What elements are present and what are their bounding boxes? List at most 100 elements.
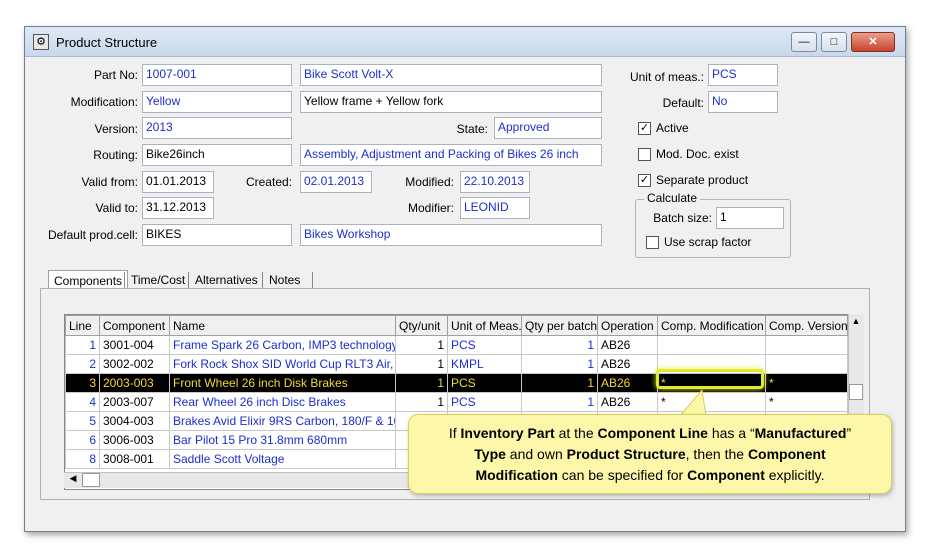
part-no-label: Part No: — [93, 68, 138, 82]
row-qty-batch-cell[interactable]: 1 — [521, 335, 598, 355]
part-no-field[interactable]: 1007-001 — [142, 64, 292, 86]
row-line-cell[interactable]: 2 — [65, 354, 100, 374]
row-name-cell[interactable]: Rear Wheel 26 inch Disc Brakes — [169, 392, 396, 412]
row-operation-cell[interactable]: AB26 — [597, 354, 658, 374]
hscrollbar-thumb[interactable] — [82, 473, 100, 487]
row-name-cell[interactable]: Bar Pilot 15 Pro 31.8mm 680mm — [169, 430, 396, 450]
default-field[interactable]: No — [708, 91, 778, 113]
row-qty-batch-cell[interactable]: 1 — [521, 392, 598, 412]
scrollbar-thumb[interactable] — [849, 384, 863, 400]
modifier-field[interactable]: LEONID — [460, 197, 530, 219]
default-prod-cell-field[interactable]: BIKES — [142, 224, 292, 246]
column-header-comp-version[interactable]: Comp. Version — [765, 315, 848, 336]
close-button[interactable]: ✕ — [851, 32, 895, 52]
state-field[interactable]: Approved — [494, 117, 602, 139]
routing-label: Routing: — [93, 148, 138, 162]
callout-bold: Inventory Part — [460, 425, 555, 441]
modification-description-field[interactable]: Yellow frame + Yellow fork — [300, 91, 602, 113]
row-uom-cell[interactable]: PCS — [447, 392, 522, 412]
callout-text: at the — [554, 425, 598, 441]
prod-cell-description-field[interactable]: Bikes Workshop — [300, 224, 602, 246]
row-line-cell[interactable]: 8 — [65, 449, 100, 469]
callout-text: If — [448, 425, 461, 441]
callout-text: can be specified for — [557, 467, 688, 483]
column-header-operation[interactable]: Operation — [597, 315, 658, 336]
maximize-button[interactable]: □ — [821, 32, 847, 52]
mod-doc-exist-checkbox[interactable] — [638, 148, 651, 161]
row-line-cell[interactable]: 1 — [65, 335, 100, 355]
column-header-qty-per-batch[interactable]: Qty per batch — [521, 315, 598, 336]
row-line-cell[interactable]: 3 — [65, 373, 100, 393]
active-checkbox[interactable]: ✓ — [638, 122, 651, 135]
calculate-legend: Calculate — [644, 191, 701, 205]
column-header-comp-modification[interactable]: Comp. Modification — [657, 315, 766, 336]
created-label: Created: — [245, 175, 292, 189]
routing-description-field[interactable]: Assembly, Adjustment and Packing of Bike… — [300, 144, 602, 166]
row-qty-unit-cell[interactable]: 1 — [395, 392, 448, 412]
separate-product-checkbox[interactable]: ✓ — [638, 174, 651, 187]
valid-from-label: Valid from: — [81, 175, 138, 189]
scroll-left-icon[interactable]: ◀ — [67, 473, 79, 487]
row-component-cell[interactable]: 2003-003 — [99, 373, 170, 393]
scroll-up-icon[interactable]: ▲ — [849, 316, 863, 330]
row-qty-unit-cell[interactable]: 1 — [395, 335, 448, 355]
row-comp-version-cell[interactable] — [765, 354, 848, 374]
use-scrap-factor-checkbox[interactable] — [646, 236, 659, 249]
row-qty-unit-cell[interactable]: 1 — [395, 354, 448, 374]
row-qty-unit-cell[interactable]: 1 — [395, 373, 448, 393]
row-component-cell[interactable]: 2003-007 — [99, 392, 170, 412]
row-comp-version-cell[interactable]: * — [765, 373, 848, 393]
row-component-cell[interactable]: 3008-001 — [99, 449, 170, 469]
row-component-cell[interactable]: 3004-003 — [99, 411, 170, 431]
unit-of-meas-field[interactable]: PCS — [708, 64, 778, 86]
callout-bold: Component — [687, 467, 765, 483]
minimize-button[interactable]: — — [791, 32, 817, 52]
table-row[interactable]: 1 3001-004 Frame Spark 26 Carbon, IMP3 tec… — [65, 335, 848, 355]
row-name-cell[interactable]: Frame Spark 26 Carbon, IMP3 technology, — [169, 335, 396, 355]
row-name-cell[interactable]: Front Wheel 26 inch Disk Brakes — [169, 373, 396, 393]
valid-from-field[interactable]: 01.01.2013 — [142, 171, 214, 193]
modification-field[interactable]: Yellow — [142, 91, 292, 113]
batch-size-label: Batch size: — [653, 211, 712, 225]
row-component-cell[interactable]: 3006-003 — [99, 430, 170, 450]
row-name-cell[interactable]: Brakes Avid Elixir 9RS Carbon, 180/F & 1… — [169, 411, 396, 431]
row-component-cell[interactable]: 3002-002 — [99, 354, 170, 374]
row-operation-cell[interactable]: AB26 — [597, 335, 658, 355]
row-line-cell[interactable]: 5 — [65, 411, 100, 431]
row-component-cell[interactable]: 3001-004 — [99, 335, 170, 355]
column-header-line[interactable]: Line — [65, 315, 100, 336]
row-comp-version-cell[interactable]: * — [765, 392, 848, 412]
row-uom-cell[interactable]: KMPL — [447, 354, 522, 374]
callout-text: , then the — [685, 446, 748, 462]
column-header-name[interactable]: Name — [169, 315, 396, 336]
default-prod-cell-label: Default prod.cell: — [47, 228, 138, 242]
row-uom-cell[interactable]: PCS — [447, 335, 522, 355]
row-comp-version-cell[interactable] — [765, 335, 848, 355]
row-comp-modification-cell[interactable] — [657, 335, 766, 355]
created-field[interactable]: 02.01.2013 — [300, 171, 372, 193]
version-field[interactable]: 2013 — [142, 117, 292, 139]
row-line-cell[interactable]: 6 — [65, 430, 100, 450]
column-header-qty-unit[interactable]: Qty/unit — [395, 315, 448, 336]
row-qty-batch-cell[interactable]: 1 — [521, 354, 598, 374]
callout-bold: Modification — [475, 467, 558, 483]
use-scrap-factor-label: Use scrap factor — [664, 235, 752, 249]
row-uom-cell[interactable]: PCS — [447, 373, 522, 393]
row-line-cell[interactable]: 4 — [65, 392, 100, 412]
modified-field[interactable]: 22.10.2013 — [460, 171, 530, 193]
row-qty-batch-cell[interactable]: 1 — [521, 373, 598, 393]
table-row[interactable]: 4 2003-007 Rear Wheel 26 inch Disc Brakes 1… — [65, 392, 848, 412]
table-header-row: Line Component Name Qty/unit Unit of Mea… — [65, 315, 848, 336]
routing-field[interactable]: Bike26inch — [142, 144, 292, 166]
callout-bold: Component — [747, 446, 826, 462]
column-header-component[interactable]: Component — [99, 315, 170, 336]
row-name-cell[interactable]: Fork Rock Shox SID World Cup RLT3 Air, — [169, 354, 396, 374]
state-label: State: — [456, 122, 488, 136]
row-name-cell[interactable]: Saddle Scott Voltage — [169, 449, 396, 469]
valid-to-field[interactable]: 31.12.2013 — [142, 197, 214, 219]
batch-size-field[interactable]: 1 — [716, 207, 784, 229]
callout-bold: Component Line — [597, 425, 708, 441]
unit-of-meas-label: Unit of meas.: — [629, 70, 704, 84]
column-header-unit-of-meas[interactable]: Unit of Meas. — [447, 315, 522, 336]
part-description-field[interactable]: Bike Scott Volt-X — [300, 64, 602, 86]
